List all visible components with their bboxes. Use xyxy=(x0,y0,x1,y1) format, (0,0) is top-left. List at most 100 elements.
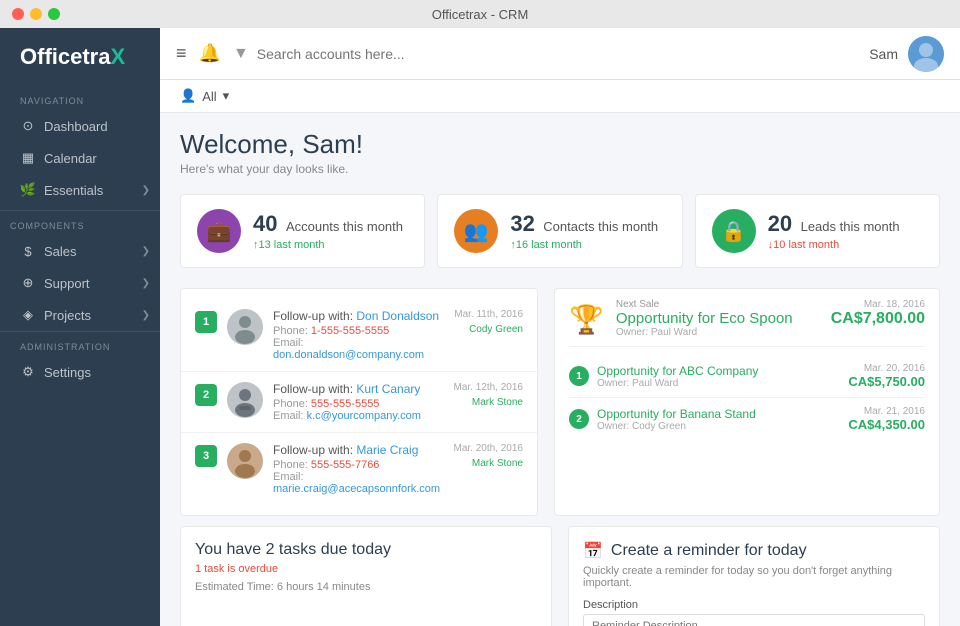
sidebar-item-label: Calendar xyxy=(44,151,97,166)
leads-icon: 🔒 xyxy=(712,209,756,253)
sidebar-item-essentials[interactable]: 🌿 Essentials ❯ xyxy=(0,174,160,206)
followup-email-link-2[interactable]: k.c@yourcompany.com xyxy=(307,410,421,422)
sidebar-item-calendar[interactable]: ▦ Calendar xyxy=(0,142,160,174)
sidebar-item-label: Support xyxy=(44,276,90,291)
opp-amount-1: CA$5,750.00 xyxy=(848,374,925,389)
followup-email-link-1[interactable]: don.donaldson@company.com xyxy=(273,349,424,361)
followup-num-1: 1 xyxy=(195,311,217,333)
contacts-change: ↑16 last month xyxy=(510,239,658,251)
main-content: 👤 All ▾ Welcome, Sam! Here's what your d… xyxy=(160,80,960,626)
opp-title-1[interactable]: Opportunity for ABC Company xyxy=(597,364,840,378)
title-bar: Officetrax - CRM xyxy=(0,0,960,28)
next-sale-owner: Owner: Paul Ward xyxy=(616,327,819,338)
followup-phone-3: Phone: 555-555-7766 xyxy=(273,459,443,471)
followup-phone-link-3[interactable]: 555-555-7766 xyxy=(311,459,380,471)
opp-owner-2: Owner: Cody Green xyxy=(597,421,840,432)
followup-info-1: Follow-up with: Don Donaldson Phone: 1-5… xyxy=(273,309,443,361)
logo: OfficetraX xyxy=(0,28,160,86)
followup-link-2[interactable]: Kurt Canary xyxy=(356,382,420,396)
contacts-icon: 👥 xyxy=(454,209,498,253)
followup-avatar-2 xyxy=(227,382,263,418)
followup-link-1[interactable]: Don Donaldson xyxy=(356,309,439,323)
chevron-right-icon: ❯ xyxy=(142,310,150,321)
leads-change: ↓10 last month xyxy=(768,239,900,251)
followup-avatar-3 xyxy=(227,443,263,479)
next-sale-price: CA$7,800.00 xyxy=(831,310,925,328)
reminder-card: 📅 Create a reminder for today Quickly cr… xyxy=(568,526,940,626)
window-title: Officetrax - CRM xyxy=(432,7,529,22)
followup-link-3[interactable]: Marie Craig xyxy=(356,443,418,457)
sidebar-item-dashboard[interactable]: ⊙ Dashboard xyxy=(0,110,160,142)
filter-icon[interactable]: ▼ xyxy=(233,45,249,63)
chevron-right-icon: ❯ xyxy=(142,278,150,289)
all-users-icon: 👤 xyxy=(180,88,196,104)
bell-icon[interactable]: 🔔 xyxy=(199,43,221,64)
followup-phone-link-1[interactable]: 1-555-555-5555 xyxy=(311,325,389,337)
minimize-button[interactable] xyxy=(30,8,42,20)
followup-meta-3: Mar. 20th, 2016 Mark Stone xyxy=(453,443,523,469)
sub-header[interactable]: 👤 All ▾ xyxy=(160,80,960,113)
welcome-subtitle: Here's what your day looks like. xyxy=(180,162,940,176)
accounts-label: Accounts this month xyxy=(286,219,403,234)
followup-email-2: Email: k.c@yourcompany.com xyxy=(273,410,443,422)
followup-phone-2: Phone: 555-555-5555 xyxy=(273,398,443,410)
maximize-button[interactable] xyxy=(48,8,60,20)
essentials-icon: 🌿 xyxy=(20,182,36,198)
sidebar-item-label: Settings xyxy=(44,365,91,380)
welcome-section: Welcome, Sam! Here's what your day looks… xyxy=(160,113,960,184)
followup-assignee-2: Mark Stone xyxy=(453,397,523,408)
opp-owner-1: Owner: Paul Ward xyxy=(597,378,840,389)
dashboard-icon: ⊙ xyxy=(20,118,36,134)
reminder-title: 📅 Create a reminder for today xyxy=(583,541,925,561)
stat-card-leads: 🔒 20 Leads this month ↓10 last month xyxy=(695,194,940,268)
followup-num-3: 3 xyxy=(195,445,217,467)
opp-title-2[interactable]: Opportunity for Banana Stand xyxy=(597,407,840,421)
reminder-subtitle: Quickly create a reminder for today so y… xyxy=(583,565,925,589)
opp-info-1: Opportunity for ABC Company Owner: Paul … xyxy=(597,364,840,389)
sidebar: OfficetraX NAVIGATION ⊙ Dashboard ▦ Cale… xyxy=(0,28,160,626)
next-sale-date: Mar. 18, 2016 xyxy=(831,299,925,310)
window-controls xyxy=(12,8,60,20)
followup-phone-link-2[interactable]: 555-555-5555 xyxy=(311,398,380,410)
followup-item-2: 2 Follow-up with: Kurt Canary xyxy=(181,372,537,433)
header: ≡ 🔔 ▼ Sam xyxy=(160,28,960,80)
next-sale-title[interactable]: Opportunity for Eco Spoon xyxy=(616,310,819,327)
opp-item-1: 1 Opportunity for ABC Company Owner: Pau… xyxy=(569,355,925,398)
followup-avatar-1 xyxy=(227,309,263,345)
opp-date-1: Mar. 20, 2016 xyxy=(848,363,925,374)
close-button[interactable] xyxy=(12,8,24,20)
followup-info-2: Follow-up with: Kurt Canary Phone: 555-5… xyxy=(273,382,443,422)
nav-section-label: NAVIGATION xyxy=(0,86,160,110)
description-input[interactable] xyxy=(583,614,925,626)
contacts-label: Contacts this month xyxy=(543,219,658,234)
reminder-title-text: Create a reminder for today xyxy=(611,542,807,560)
tasks-overdue: 1 task is overdue xyxy=(195,563,537,575)
projects-icon: ◈ xyxy=(20,307,36,323)
opp-right-2: Mar. 21, 2016 CA$4,350.00 xyxy=(848,406,925,432)
sidebar-item-projects[interactable]: ◈ Projects ❯ xyxy=(0,299,160,331)
sidebar-item-settings[interactable]: ⚙ Settings xyxy=(0,356,160,388)
followup-title-3: Follow-up with: Marie Craig xyxy=(273,443,443,457)
tasks-estimated: Estimated Time: 6 hours 14 minutes xyxy=(195,581,537,593)
reminder-icon: 📅 xyxy=(583,541,603,561)
leads-number: 20 xyxy=(768,211,792,236)
welcome-title: Welcome, Sam! xyxy=(180,129,940,160)
followup-item-3: 3 Follow-up with: Marie Craig xyxy=(181,433,537,505)
accounts-icon: 💼 xyxy=(197,209,241,253)
opportunities-card: 🏆 Next Sale Opportunity for Eco Spoon Ow… xyxy=(554,288,940,516)
followup-email-link-3[interactable]: marie.craig@acecapsonnfork.com xyxy=(273,483,440,495)
followup-meta-1: Mar. 11th, 2016 Cody Green xyxy=(453,309,523,335)
menu-icon[interactable]: ≡ xyxy=(176,43,187,64)
admin-section-label: ADMINISTRATION xyxy=(0,331,160,356)
followup-assignee-3: Mark Stone xyxy=(453,458,523,469)
followup-date-3: Mar. 20th, 2016 xyxy=(453,443,523,454)
sidebar-item-sales[interactable]: $ Sales ❯ xyxy=(0,235,160,267)
followup-assignee-1: Cody Green xyxy=(453,324,523,335)
next-sale-amount-block: Mar. 18, 2016 CA$7,800.00 xyxy=(831,299,925,328)
opp-item-2: 2 Opportunity for Banana Stand Owner: Co… xyxy=(569,398,925,440)
settings-icon: ⚙ xyxy=(20,364,36,380)
opp-amount-2: CA$4,350.00 xyxy=(848,417,925,432)
search-input[interactable] xyxy=(257,46,857,62)
opp-num-1: 1 xyxy=(569,366,589,386)
sidebar-item-support[interactable]: ⊕ Support ❯ xyxy=(0,267,160,299)
